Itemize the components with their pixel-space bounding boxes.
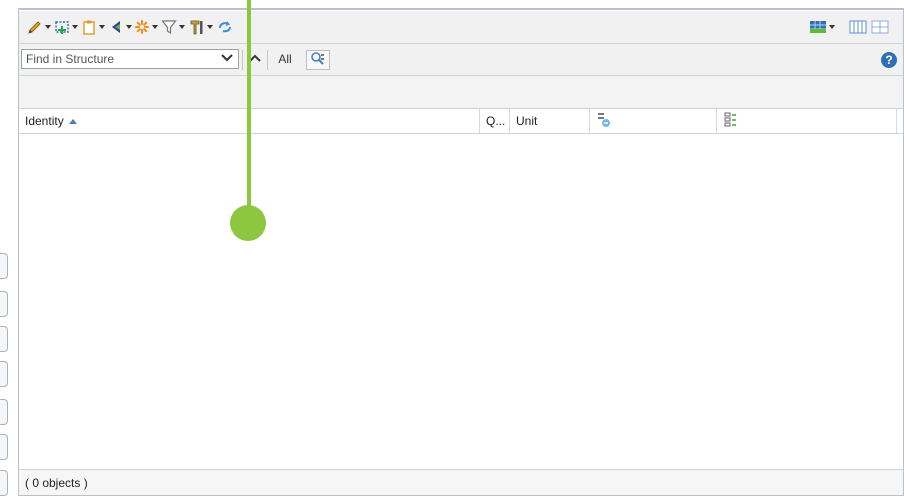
- refresh-button[interactable]: [217, 17, 233, 37]
- separator: [242, 50, 243, 70]
- navigate-button[interactable]: [108, 17, 132, 37]
- edit-button[interactable]: [27, 17, 51, 37]
- clipboard-icon: [81, 19, 97, 35]
- status-column-icon: [596, 112, 612, 131]
- pencil-icon: [27, 19, 43, 35]
- chevron-down-icon: [45, 25, 51, 29]
- chevron-down-icon: [126, 25, 132, 29]
- secondary-bar: [19, 76, 903, 109]
- column-header-quantity[interactable]: Q...: [480, 109, 510, 133]
- sort-ascending-icon: [68, 118, 77, 124]
- chevron-down-icon: [152, 25, 158, 29]
- search-structure-icon: [310, 51, 326, 70]
- layout-icon: [809, 19, 827, 35]
- insert-icon: [54, 19, 70, 35]
- grid-icon: [871, 19, 889, 35]
- chevron-down-icon: [829, 25, 835, 29]
- column-label: Unit: [516, 114, 538, 128]
- table-header: Identity Q... Unit: [19, 109, 903, 134]
- find-in-structure-input[interactable]: [21, 49, 239, 69]
- status-bar: ( 0 objects ): [19, 469, 903, 495]
- tools-button[interactable]: [189, 17, 213, 37]
- toolbar: [19, 11, 903, 44]
- filter-button[interactable]: [161, 17, 185, 37]
- column-header-unit[interactable]: Unit: [510, 109, 590, 133]
- left-tab-strip: [0, 0, 14, 498]
- find-bar: All ?: [19, 44, 903, 76]
- side-tab[interactable]: [0, 361, 8, 387]
- annotation-marker-line: [247, 0, 251, 213]
- structure-column-icon: [723, 112, 739, 131]
- separator: [267, 50, 268, 70]
- paste-button[interactable]: [81, 17, 105, 37]
- side-tab[interactable]: [0, 470, 8, 496]
- burst-icon: [134, 19, 150, 35]
- tag-icon: [108, 19, 124, 35]
- side-tab[interactable]: [0, 399, 8, 425]
- annotation-marker-dot: [230, 205, 266, 241]
- search-history-button[interactable]: [217, 49, 237, 69]
- column-header-structure[interactable]: [717, 109, 897, 133]
- refresh-icon: [217, 19, 233, 35]
- chevron-down-icon: [207, 25, 213, 29]
- side-tab[interactable]: [0, 326, 8, 352]
- columns-icon: [849, 19, 867, 35]
- column-label: Q...: [486, 114, 506, 128]
- search-options-button[interactable]: [306, 50, 330, 70]
- filter-icon: [161, 19, 177, 35]
- structure-panel: All ? Identity Q... Unit: [18, 8, 904, 496]
- columns-view-button[interactable]: [849, 17, 867, 37]
- chevron-down-icon: [221, 52, 233, 66]
- help-icon[interactable]: ?: [881, 52, 897, 68]
- side-tab[interactable]: [0, 291, 8, 317]
- side-tab[interactable]: [0, 253, 8, 279]
- tools-icon: [189, 19, 205, 35]
- panel-top-border: [19, 9, 903, 10]
- column-header-status[interactable]: [590, 109, 717, 133]
- find-all-button[interactable]: All: [274, 49, 296, 69]
- insert-button[interactable]: [54, 17, 78, 37]
- object-count: ( 0 objects ): [25, 475, 88, 490]
- grid-view-button[interactable]: [871, 17, 889, 37]
- table-body[interactable]: [19, 134, 903, 468]
- column-label: Identity: [25, 114, 64, 128]
- layout-button[interactable]: [809, 17, 835, 37]
- chevron-down-icon: [72, 25, 78, 29]
- side-tab[interactable]: [0, 434, 8, 460]
- chevron-down-icon: [99, 25, 105, 29]
- actions-button[interactable]: [134, 17, 158, 37]
- chevron-down-icon: [179, 25, 185, 29]
